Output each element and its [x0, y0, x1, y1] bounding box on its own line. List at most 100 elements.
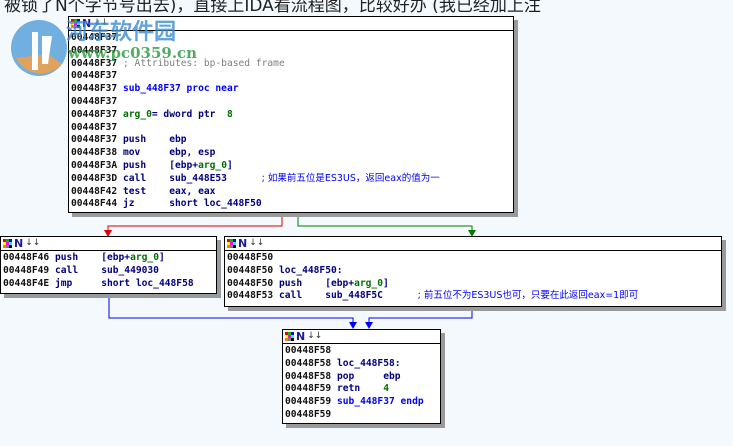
instruction-token: ]	[226, 159, 233, 171]
instruction-token: arg_0	[130, 252, 159, 263]
address: 00448F53	[227, 290, 274, 302]
asm-line[interactable]: 00448F50 loc_448F50:	[227, 265, 719, 278]
address: 00448F58	[285, 370, 332, 382]
asm-line[interactable]: 00448F59 retn 4	[285, 383, 438, 396]
instruction-token: call sub_449030	[49, 264, 159, 276]
edge-false	[104, 212, 283, 237]
address: 00448F50	[227, 277, 274, 289]
address: 00448F37	[71, 121, 118, 133]
color-grid-icon[interactable]	[227, 239, 236, 248]
address: 00448F44	[71, 198, 118, 210]
instruction-token: sub_448F37 endp	[331, 396, 424, 408]
asm-line[interactable]: 00448F58 pop ebp	[285, 371, 438, 384]
address: 00448F37	[71, 95, 118, 107]
address: 00448F50	[227, 252, 274, 263]
node-header[interactable]: N ↓↓	[1, 237, 216, 251]
edge-fall-right	[365, 306, 473, 329]
asm-line[interactable]: 00448F37	[71, 96, 511, 109]
node-label-icon: N	[14, 237, 24, 250]
asm-line[interactable]: 00448F42 test eax, eax	[71, 186, 511, 199]
address: 00448F42	[71, 185, 118, 197]
asm-line[interactable]: 00448F37 sub_448F37 proc near	[71, 83, 511, 96]
asm-line[interactable]: 00448F44 jz short loc_448F50	[71, 198, 511, 211]
graph-node-loc-448f50[interactable]: N ↓↓ 00448F50 00448F50 loc_448F50: 00448F50 …	[224, 236, 722, 307]
asm-line[interactable]: 00448F58 loc_448F58:	[285, 358, 438, 371]
asm-line[interactable]: 00448F38 mov ebp, esp	[71, 147, 511, 160]
asm-line[interactable]: 00448F37	[71, 70, 511, 83]
asm-line[interactable]: 00448F4E jmp short loc_448F58	[3, 278, 214, 291]
arrowhead-blue	[365, 322, 373, 329]
node-label-icon: N	[238, 237, 248, 250]
instruction-token: call sub_448E53	[117, 172, 262, 184]
instruction-token: loc_448F58:	[331, 357, 401, 369]
disassembly-lines: 00448F50 00448F50 loc_448F50: 00448F50 pus…	[225, 251, 721, 304]
address: 00448F59	[285, 383, 332, 395]
asm-line[interactable]: 00448F50	[227, 252, 719, 265]
address: 00448F37	[71, 108, 118, 120]
instruction-token: call sub_448F5C	[273, 290, 418, 302]
instruction-token: push ebp	[117, 134, 187, 146]
address: 00448F37	[71, 83, 118, 95]
address: 00448F46	[3, 252, 50, 263]
instruction-token: = dword ptr	[151, 108, 227, 120]
instruction-token: arg_0	[354, 277, 383, 289]
address: 00448F49	[3, 264, 50, 276]
color-grid-icon[interactable]	[3, 239, 12, 248]
address: 00448F59	[285, 396, 332, 408]
color-grid-icon[interactable]	[285, 332, 294, 341]
node-label-icon: N	[296, 330, 306, 343]
address: 00448F58	[285, 345, 332, 356]
watermark-title: 河东软件园	[66, 20, 177, 45]
asm-line[interactable]: 00448F3D call sub_448E53 ; 如果前五位是ES3US，返…	[71, 173, 511, 186]
asm-line[interactable]: 00448F46 push [ebp+arg_0]	[3, 252, 214, 265]
instruction-token: retn	[331, 383, 384, 395]
graph-node-loc-448f58[interactable]: N ↓↓ 00448F58 00448F58 loc_448F58: 00448F58 …	[282, 329, 441, 424]
instruction-token: pop ebp	[331, 370, 401, 382]
instruction-token: test eax, eax	[117, 185, 216, 197]
instruction-token: arg_0	[198, 159, 227, 171]
instruction-token: jz short loc_448F50	[117, 198, 262, 210]
asm-line[interactable]: 00448F58	[285, 345, 438, 358]
collapse-arrows-icon[interactable]: ↓↓	[25, 239, 40, 248]
asm-line[interactable]: 00448F59	[285, 409, 438, 422]
asm-line[interactable]: 00448F37	[71, 122, 511, 135]
asm-line[interactable]: 00448F37 push ebp	[71, 134, 511, 147]
graph-node-448f46[interactable]: N ↓↓ 00448F46 push [ebp+arg_0] 00448F49 cal…	[0, 236, 217, 294]
address: 00448F3D	[71, 172, 118, 184]
collapse-arrows-icon[interactable]: ↓↓	[307, 332, 322, 341]
node-header[interactable]: N ↓↓	[225, 237, 721, 251]
node-header[interactable]: N ↓↓	[283, 330, 440, 344]
instruction-token: push [ebp+	[117, 159, 199, 171]
watermark-url: www.pc0359.cn	[68, 44, 198, 62]
instruction-token: 4	[383, 383, 389, 395]
asm-line[interactable]: 00448F50 push [ebp+arg_0]	[227, 278, 719, 291]
disassembly-lines: 00448F46 push [ebp+arg_0] 00448F49 call s…	[1, 251, 216, 291]
address: 00448F3A	[71, 159, 118, 171]
asm-line[interactable]: 00448F59 sub_448F37 endp	[285, 396, 438, 409]
asm-line[interactable]: 00448F49 call sub_449030	[3, 265, 214, 278]
address: 00448F50	[227, 264, 274, 276]
disassembly-lines: 00448F58 00448F58 loc_448F58: 00448F58 pop…	[283, 344, 440, 423]
arrowhead-blue	[349, 322, 357, 329]
asm-line[interactable]: 00448F3A push [ebp+arg_0]	[71, 160, 511, 173]
instruction-token: mov ebp, esp	[117, 147, 216, 159]
collapse-arrows-icon[interactable]: ↓↓	[249, 239, 264, 248]
instruction-token: 8	[226, 108, 233, 120]
comment: ; 前五位不为ES3US也可，只要在此返回eax=1即可	[417, 290, 639, 302]
instruction-token: ]	[382, 277, 389, 289]
asm-line[interactable]: 00448F37 arg_0= dword ptr 8	[71, 109, 511, 122]
instruction-token: arg_0	[117, 108, 152, 120]
asm-line[interactable]: 00448F53 call sub_448F5C ; 前五位不为ES3US也可，…	[227, 290, 719, 303]
address: 00448F4E	[3, 277, 50, 289]
address: 00448F37	[71, 134, 118, 146]
address: 00448F38	[71, 147, 118, 159]
instruction-token: jmp short loc_448F58	[49, 277, 194, 289]
edge-true	[297, 212, 476, 237]
address: 00448F58	[285, 357, 332, 369]
instruction-token: push [ebp+	[49, 252, 131, 263]
instruction-token: ]	[158, 252, 165, 263]
instruction-token: loc_448F50:	[273, 264, 343, 276]
instruction-token: sub_448F37 proc near	[117, 83, 239, 95]
address: 00448F59	[285, 408, 332, 420]
comment: ; 如果前五位是ES3US，返回eax的值为一	[261, 172, 440, 184]
